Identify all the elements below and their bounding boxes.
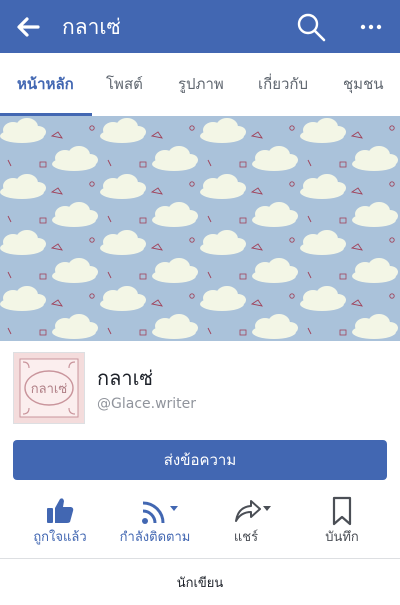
save-button[interactable]: บันทึก: [302, 490, 382, 558]
back-arrow-icon[interactable]: [14, 13, 42, 41]
tab-posts[interactable]: โพสต์: [106, 53, 143, 116]
avatar-logo: กลาเซ่: [14, 353, 84, 423]
profile-avatar[interactable]: กลาเซ่: [13, 352, 85, 424]
tab-about[interactable]: เกี่ยวกับ: [258, 53, 308, 116]
liked-button[interactable]: ถูกใจแล้ว: [18, 490, 102, 558]
more-options-icon[interactable]: [358, 14, 384, 40]
page-tabs: หน้าหลัก โพสต์ รูปภาพ เกี่ยวกับ ชุมชน: [0, 53, 400, 117]
search-icon[interactable]: [296, 12, 326, 42]
action-bar: ถูกใจแล้ว กำลังติดตาม แชร์ บันทึก: [0, 490, 400, 559]
bookmark-icon: [332, 496, 352, 526]
page-title: กลาเซ่: [62, 15, 121, 39]
thumbs-up-icon: [47, 498, 74, 523]
send-message-button[interactable]: ส่งข้อความ: [13, 440, 387, 480]
tab-photos[interactable]: รูปภาพ: [178, 53, 224, 116]
chevron-down-icon: [263, 506, 271, 511]
avatar-logo-text: กลาเซ่: [31, 382, 68, 397]
save-label: บันทึก: [325, 530, 359, 545]
cover-photo[interactable]: [0, 116, 400, 341]
tab-home[interactable]: หน้าหลัก: [17, 53, 74, 116]
page-name: กลาเซ่: [97, 366, 154, 390]
following-button[interactable]: กำลังติดตาม: [114, 490, 196, 558]
share-label: แชร์: [233, 530, 259, 545]
page-category: นักเขียน: [176, 576, 224, 591]
top-app-bar: กลาเซ่: [0, 0, 400, 53]
liked-label: ถูกใจแล้ว: [33, 530, 87, 545]
following-label: กำลังติดตาม: [119, 530, 191, 545]
chevron-down-icon: [170, 506, 178, 511]
page-username: @Glace.writer: [97, 396, 197, 412]
share-arrow-icon: [235, 500, 271, 522]
share-button[interactable]: แชร์: [210, 490, 290, 558]
rss-follow-icon: [142, 501, 178, 524]
cloud-pattern-image: [0, 116, 400, 341]
tab-community[interactable]: ชุมชน: [343, 53, 384, 116]
